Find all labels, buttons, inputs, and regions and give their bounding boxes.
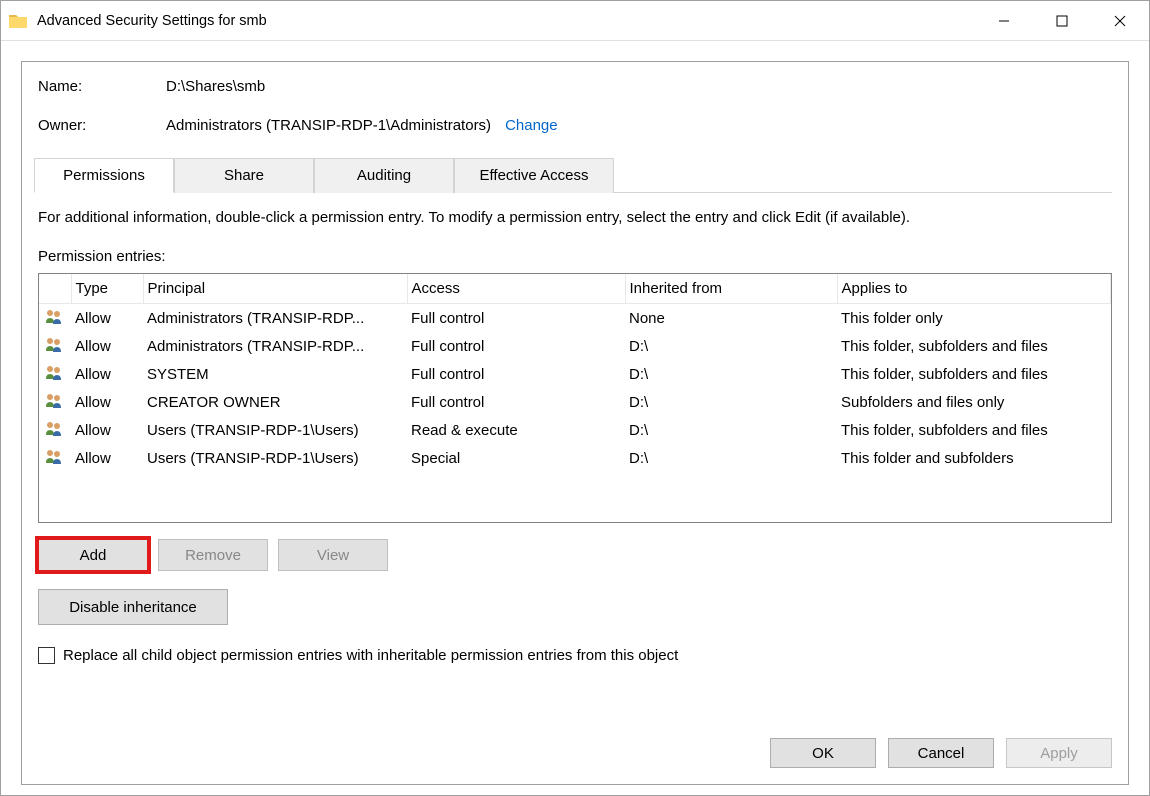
col-icon[interactable] (39, 274, 71, 304)
tab-effective-access[interactable]: Effective Access (454, 158, 614, 193)
replace-checkbox[interactable] (38, 647, 55, 664)
remove-button[interactable]: Remove (158, 539, 268, 571)
table-row[interactable]: AllowUsers (TRANSIP-RDP-1\Users)Read & e… (39, 416, 1111, 444)
content-panel: Name: D:\Shares\smb Owner: Administrator… (21, 61, 1129, 785)
owner-label: Owner: (38, 117, 166, 134)
owner-value: Administrators (TRANSIP-RDP-1\Administra… (166, 117, 491, 134)
row-icon (39, 444, 71, 472)
tab-auditing[interactable]: Auditing (314, 158, 454, 193)
row-icon (39, 332, 71, 360)
row-type: Allow (71, 416, 143, 444)
row-principal: CREATOR OWNER (143, 388, 407, 416)
row-icon (39, 304, 71, 333)
window: Advanced Security Settings for smb Name:… (0, 0, 1150, 796)
row-access: Full control (407, 304, 625, 333)
replace-checkbox-row: Replace all child object permission entr… (38, 647, 1112, 664)
row-inherited: D:\ (625, 388, 837, 416)
name-row: Name: D:\Shares\smb (38, 78, 1112, 95)
row-inherited: D:\ (625, 332, 837, 360)
content-outer: Name: D:\Shares\smb Owner: Administrator… (1, 41, 1149, 795)
view-button[interactable]: View (278, 539, 388, 571)
row-icon (39, 388, 71, 416)
tab-strip: Permissions Share Auditing Effective Acc… (34, 158, 1112, 193)
table-row[interactable]: AllowUsers (TRANSIP-RDP-1\Users)SpecialD… (39, 444, 1111, 472)
row-type: Allow (71, 332, 143, 360)
row-principal: Users (TRANSIP-RDP-1\Users) (143, 416, 407, 444)
cancel-button[interactable]: Cancel (888, 738, 994, 768)
row-principal: Users (TRANSIP-RDP-1\Users) (143, 444, 407, 472)
info-section: Name: D:\Shares\smb Owner: Administrator… (22, 62, 1128, 158)
change-owner-link[interactable]: Change (505, 117, 558, 134)
row-inherited: D:\ (625, 444, 837, 472)
permission-table: Type Principal Access Inherited from App… (39, 274, 1111, 472)
row-inherited: None (625, 304, 837, 333)
row-access: Full control (407, 332, 625, 360)
ok-button[interactable]: OK (770, 738, 876, 768)
permission-table-container: Type Principal Access Inherited from App… (38, 273, 1112, 523)
table-header-row: Type Principal Access Inherited from App… (39, 274, 1111, 304)
row-access: Full control (407, 360, 625, 388)
row-applies: This folder, subfolders and files (837, 360, 1111, 388)
col-type[interactable]: Type (71, 274, 143, 304)
instruction-text: For additional information, double-click… (38, 209, 1112, 226)
row-icon (39, 360, 71, 388)
row-inherited: D:\ (625, 360, 837, 388)
replace-checkbox-label: Replace all child object permission entr… (63, 647, 678, 664)
tab-body: For additional information, double-click… (22, 193, 1128, 784)
table-row[interactable]: AllowCREATOR OWNERFull controlD:\Subfold… (39, 388, 1111, 416)
row-access: Full control (407, 388, 625, 416)
table-row[interactable]: AllowAdministrators (TRANSIP-RDP...Full … (39, 304, 1111, 333)
row-type: Allow (71, 304, 143, 333)
row-access: Special (407, 444, 625, 472)
row-type: Allow (71, 360, 143, 388)
row-inherited: D:\ (625, 416, 837, 444)
row-applies: This folder only (837, 304, 1111, 333)
col-principal[interactable]: Principal (143, 274, 407, 304)
name-label: Name: (38, 78, 166, 95)
row-access: Read & execute (407, 416, 625, 444)
row-type: Allow (71, 444, 143, 472)
col-inherited[interactable]: Inherited from (625, 274, 837, 304)
col-applies[interactable]: Applies to (837, 274, 1111, 304)
row-applies: This folder and subfolders (837, 444, 1111, 472)
apply-button[interactable]: Apply (1006, 738, 1112, 768)
maximize-button[interactable] (1033, 1, 1091, 40)
close-button[interactable] (1091, 1, 1149, 40)
folder-icon (9, 13, 27, 28)
row-principal: SYSTEM (143, 360, 407, 388)
footer-button-row: OK Cancel Apply (38, 726, 1112, 768)
row-type: Allow (71, 388, 143, 416)
tab-permissions[interactable]: Permissions (34, 158, 174, 193)
row-icon (39, 416, 71, 444)
row-principal: Administrators (TRANSIP-RDP... (143, 332, 407, 360)
window-controls (975, 1, 1149, 40)
owner-row: Owner: Administrators (TRANSIP-RDP-1\Adm… (38, 117, 1112, 134)
entries-label: Permission entries: (38, 248, 1112, 265)
row-principal: Administrators (TRANSIP-RDP... (143, 304, 407, 333)
table-row[interactable]: AllowSYSTEMFull controlD:\This folder, s… (39, 360, 1111, 388)
tab-share[interactable]: Share (174, 158, 314, 193)
action-button-row: Add Remove View (38, 539, 1112, 571)
disable-inheritance-button[interactable]: Disable inheritance (38, 589, 228, 625)
row-applies: Subfolders and files only (837, 388, 1111, 416)
col-access[interactable]: Access (407, 274, 625, 304)
add-button[interactable]: Add (38, 539, 148, 571)
table-row[interactable]: AllowAdministrators (TRANSIP-RDP...Full … (39, 332, 1111, 360)
name-value: D:\Shares\smb (166, 78, 265, 95)
row-applies: This folder, subfolders and files (837, 416, 1111, 444)
titlebar: Advanced Security Settings for smb (1, 1, 1149, 41)
row-applies: This folder, subfolders and files (837, 332, 1111, 360)
window-title: Advanced Security Settings for smb (37, 13, 975, 29)
minimize-button[interactable] (975, 1, 1033, 40)
